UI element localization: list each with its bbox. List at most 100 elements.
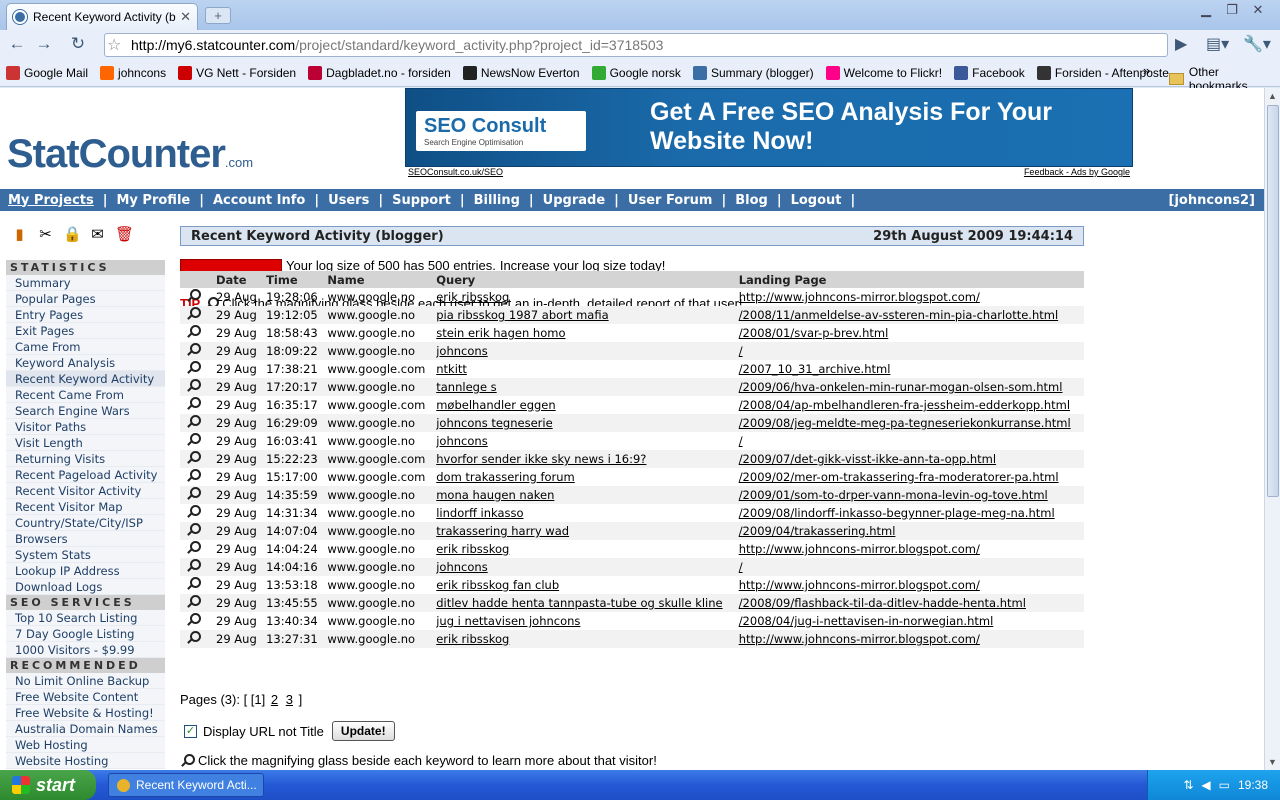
magnifying-glass-icon[interactable] [186,504,201,519]
sidebar-item-free-website-hosting[interactable]: Free Website & Hosting! [6,705,165,721]
visitor-details-magnifier-icon[interactable] [180,324,212,342]
display-url-checkbox[interactable]: ✓ [184,724,197,738]
back-arrow-icon[interactable]: ← [5,33,29,55]
sidebar-item-download-logs[interactable]: Download Logs [6,579,165,595]
magnifying-glass-icon[interactable] [186,594,201,609]
sidebar-item-recent-visitor-map[interactable]: Recent Visitor Map [6,499,165,515]
magnifying-glass-icon[interactable] [186,540,201,555]
row-query-link[interactable]: dom trakassering forum [432,468,734,486]
bookmark-item[interactable]: Forsiden - Aftenposte... [1036,66,1179,80]
scroll-up-icon[interactable]: ▲ [1265,88,1280,104]
sidebar-item-returning-visits[interactable]: Returning Visits [6,451,165,467]
row-landing-page-link[interactable]: http://www.johncons-mirror.blogspot.com/ [735,288,1084,306]
visitor-details-magnifier-icon[interactable] [180,288,212,306]
close-tab-icon[interactable]: ✕ [180,9,191,25]
row-query-link[interactable]: johncons [432,342,735,360]
magnifying-glass-icon[interactable] [186,450,201,465]
page-2-link[interactable]: 2 [271,692,278,707]
row-landing-page-link[interactable]: /2009/07/det-gikk-visst-ikke-ann-ta-opp.… [734,450,1084,468]
magnifying-glass-icon[interactable] [186,414,201,429]
scrollbar-thumb[interactable] [1267,105,1279,497]
row-landing-page-link[interactable]: /2009/01/som-to-drper-vann-mona-levin-og… [734,486,1084,504]
magnifying-glass-icon[interactable] [186,396,201,411]
sidebar-item-free-website-content[interactable]: Free Website Content [6,689,165,705]
magnifying-glass-icon[interactable] [186,576,201,591]
stats-chart-icon[interactable]: ▮ [11,225,28,243]
sidebar-item-recent-visitor-activity[interactable]: Recent Visitor Activity [6,483,165,499]
bookmark-item[interactable]: Facebook [954,66,1025,80]
sidebar-item-popular-pages[interactable]: Popular Pages [6,291,165,307]
visitor-details-magnifier-icon[interactable] [180,450,212,468]
row-query-link[interactable]: jug i nettavisen johncons [432,612,734,630]
mail-icon[interactable]: ✉ [89,225,106,243]
bookmark-item[interactable]: VG Nett - Forsiden [178,66,296,80]
scroll-down-icon[interactable]: ▼ [1265,754,1280,770]
ad-url-link[interactable]: SEOConsult.co.uk/SEO [408,167,503,177]
sidebar-item-no-limit-online-backup[interactable]: No Limit Online Backup [6,673,165,689]
sidebar-item-australia-domain-names[interactable]: Australia Domain Names [6,721,165,737]
row-query-link[interactable]: pia ribsskog 1987 abort mafia [432,306,735,324]
row-landing-page-link[interactable]: /2009/08/jeg-meldte-meg-pa-tegneseriekon… [734,414,1084,432]
magnifying-glass-icon[interactable] [186,288,201,303]
magnifying-glass-icon[interactable] [186,306,201,321]
nav-blog[interactable]: Blog [735,193,768,208]
row-landing-page-link[interactable]: / [735,432,1084,450]
row-landing-page-link[interactable]: /2009/02/mer-om-trakassering-fra-moderat… [735,468,1084,486]
visitor-details-magnifier-icon[interactable] [180,414,212,432]
row-query-link[interactable]: ditlev hadde henta tannpasta-tube og sku… [432,594,735,612]
nav-logout[interactable]: Logout [791,193,842,208]
visitor-details-magnifier-icon[interactable] [180,306,212,324]
row-query-link[interactable]: erik ribsskog [432,288,734,306]
tools-icon[interactable]: ✂ [37,225,54,243]
sidebar-item-visit-length[interactable]: Visit Length [6,435,165,451]
bookmark-item[interactable]: Welcome to Flickr! [825,66,942,80]
sidebar-item-entry-pages[interactable]: Entry Pages [6,307,165,323]
magnifying-glass-icon[interactable] [186,432,201,447]
magnifying-glass-icon[interactable] [186,468,201,483]
nav-my-profile[interactable]: My Profile [117,193,191,208]
magnifying-glass-icon[interactable] [186,522,201,537]
row-query-link[interactable]: johncons [432,432,734,450]
row-landing-page-link[interactable]: /2008/01/svar-p-brev.html [735,324,1084,342]
bookmark-item[interactable]: johncons [100,66,166,80]
visitor-details-magnifier-icon[interactable] [180,378,212,396]
row-query-link[interactable]: tannlege s [432,378,735,396]
network-icon[interactable]: ⇅ [1183,778,1193,792]
visitor-details-magnifier-icon[interactable] [180,468,212,486]
row-landing-page-link[interactable]: /2008/04/ap-mbelhandleren-fra-jessheim-e… [735,396,1084,414]
visitor-details-magnifier-icon[interactable] [180,432,212,450]
nav-account-info[interactable]: Account Info [213,193,305,208]
sidebar-item-visitor-paths[interactable]: Visitor Paths [6,419,165,435]
nav-my-projects[interactable]: My Projects [8,193,94,208]
address-bar[interactable]: http://my6.statcounter.com/project/stand… [104,33,1168,57]
sidebar-item-system-stats[interactable]: System Stats [6,547,165,563]
forward-arrow-icon[interactable]: → [32,33,56,55]
visitor-details-magnifier-icon[interactable] [180,612,212,630]
sidebar-item-recent-came-from[interactable]: Recent Came From [6,387,165,403]
magnifying-glass-icon[interactable] [186,324,201,339]
visitor-details-magnifier-icon[interactable] [180,540,212,558]
row-query-link[interactable]: hvorfor sender ikke sky news i 16:9? [432,450,735,468]
row-landing-page-link[interactable]: http://www.johncons-mirror.blogspot.com/ [735,576,1084,594]
sidebar-item-came-from[interactable]: Came From [6,339,165,355]
row-query-link[interactable]: mona haugen naken [432,486,735,504]
sidebar-item-web-hosting[interactable]: Web Hosting [6,737,165,753]
row-query-link[interactable]: johncons tegneserie [432,414,735,432]
row-query-link[interactable]: ntkitt [432,360,734,378]
row-landing-page-link[interactable]: /2008/04/jug-i-nettavisen-in-norwegian.h… [735,612,1084,630]
sidebar-item-search-engine-wars[interactable]: Search Engine Wars [6,403,165,419]
visitor-details-magnifier-icon[interactable] [180,396,212,414]
statcounter-logo[interactable]: StatCounter.com [7,132,253,177]
row-query-link[interactable]: møbelhandler eggen [432,396,734,414]
vertical-scrollbar[interactable]: ▲ ▼ [1264,88,1280,770]
new-tab-button[interactable]: + [205,7,231,24]
sidebar-item-7-day-google-listing[interactable]: 7 Day Google Listing [6,626,165,642]
sidebar-item-exit-pages[interactable]: Exit Pages [6,323,165,339]
sidebar-item-keyword-analysis[interactable]: Keyword Analysis [6,355,165,371]
visitor-details-magnifier-icon[interactable] [180,504,212,522]
magnifying-glass-icon[interactable] [186,342,201,357]
visitor-details-magnifier-icon[interactable] [180,558,212,576]
delete-icon[interactable]: 🗑 [115,225,134,243]
close-window-icon[interactable]: ✕ [1246,2,1270,19]
sidebar-item-1000-visitors[interactable]: 1000 Visitors - $9.99 [6,642,165,658]
